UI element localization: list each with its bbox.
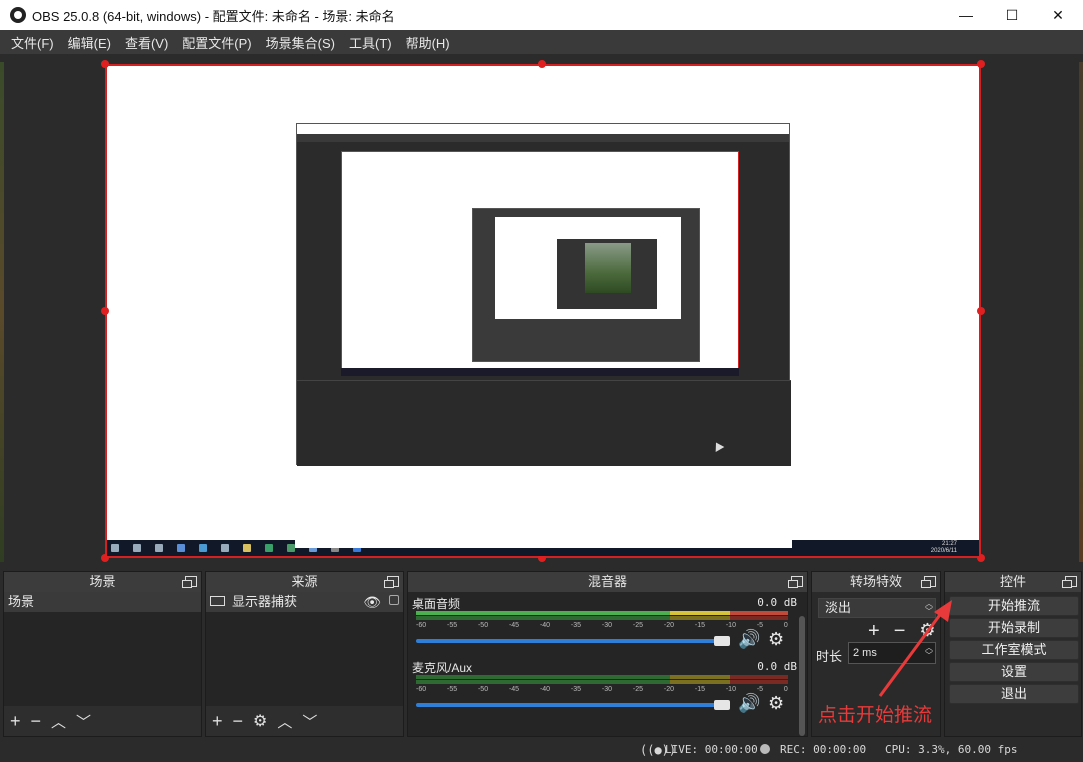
volume-meter	[416, 611, 788, 615]
resize-handle-r[interactable]	[977, 307, 985, 315]
menu-file[interactable]: 文件(F)	[4, 33, 61, 52]
menu-tools[interactable]: 工具(T)	[342, 33, 399, 52]
security-icon	[177, 544, 185, 552]
speaker-icon[interactable]: 🔊	[738, 693, 760, 714]
move-down-icon[interactable]: ﹀	[302, 711, 317, 732]
remove-source-button[interactable]: −	[233, 711, 244, 732]
mail-icon	[199, 544, 207, 552]
track-name: 桌面音频	[412, 597, 461, 611]
transitions-header: 转场特效	[849, 574, 902, 589]
exit-button[interactable]: 退出	[949, 684, 1079, 704]
start-streaming-button[interactable]: 开始推流	[949, 596, 1079, 616]
annotation-text: 点击开始推流	[818, 705, 933, 726]
undock-icon[interactable]	[182, 576, 197, 588]
monitor-icon	[210, 596, 225, 606]
menu-help[interactable]: 帮助(H)	[399, 33, 457, 52]
remove-scene-button[interactable]: −	[31, 711, 42, 732]
menu-edit[interactable]: 编辑(E)	[61, 33, 118, 52]
meter-scale: -60 -55 -50 -45 -40 -35 -30 -25 -20 -15 -10 -5 0	[416, 686, 788, 693]
undock-icon[interactable]	[921, 576, 936, 588]
sources-dock: 来源 显示器捕获 👁 + − ⚙ ︿ ﹀	[205, 571, 404, 737]
taskview-icon	[155, 544, 163, 552]
mixer-track-desktop: 桌面音频 0.0 dB -60 -55 -50 -45 -40 -35 -30 -25 -20-…	[408, 594, 807, 658]
undock-icon[interactable]	[788, 576, 803, 588]
track-db: 0.0 dB	[757, 596, 797, 609]
recursive-capture-image	[296, 123, 791, 466]
browser-icon	[287, 544, 295, 552]
search-icon	[133, 544, 141, 552]
annotation-arrow-icon	[878, 600, 952, 697]
controls-dock: 控件 开始推流 开始录制 工作室模式 设置 退出	[944, 571, 1082, 737]
maximize-button[interactable]: ☐	[989, 0, 1035, 30]
track-name: 麦克风/Aux	[412, 661, 473, 675]
wallpaper-edge-left	[0, 62, 4, 562]
status-bar: ((●)) LIVE: 00:00:00 REC: 00:00:00 CPU: …	[0, 738, 1083, 762]
mixer-scrollbar[interactable]	[799, 616, 805, 736]
volume-slider-knob[interactable]	[714, 636, 730, 646]
lock-icon[interactable]	[389, 595, 399, 605]
source-item[interactable]: 显示器捕获 👁	[206, 592, 403, 612]
obs-logo-icon	[10, 7, 26, 23]
move-up-icon[interactable]: ︿	[277, 711, 292, 732]
explorer-icon	[243, 544, 251, 552]
track-db: 0.0 dB	[757, 660, 797, 673]
close-button[interactable]: ✕	[1035, 0, 1081, 30]
speaker-icon[interactable]: 🔊	[738, 629, 760, 650]
volume-slider[interactable]	[416, 639, 728, 643]
eye-icon[interactable]: 👁	[363, 592, 381, 612]
rec-timer: REC: 00:00:00	[780, 743, 867, 756]
volume-meter	[416, 680, 788, 684]
menu-scene-collection[interactable]: 场景集合(S)	[259, 33, 342, 52]
volume-meter	[416, 616, 788, 620]
cpu-status: CPU: 3.3%, 60.00 fps	[885, 743, 1018, 756]
mixer-header: 混音器	[587, 574, 627, 589]
undock-icon[interactable]	[1062, 576, 1077, 588]
preview-white-strip	[295, 540, 792, 548]
start-icon	[111, 544, 119, 552]
settings-icon	[221, 544, 229, 552]
taskbar-clock: 21:27 2020/6/11	[930, 541, 957, 554]
wallpaper-edge-right	[1079, 62, 1083, 562]
add-scene-button[interactable]: +	[10, 711, 21, 732]
live-timer: LIVE: 00:00:00	[665, 743, 758, 756]
mixer-track-mic: 麦克风/Aux 0.0 dB -60 -55 -50 -45 -40 -35 -30 -25-…	[408, 658, 807, 722]
undock-icon[interactable]	[384, 576, 399, 588]
title-bar: OBS 25.0.8 (64-bit, windows) - 配置文件: 未命名…	[0, 0, 1083, 30]
menu-view[interactable]: 查看(V)	[118, 33, 175, 52]
resize-handle-tl[interactable]	[101, 60, 109, 68]
add-source-button[interactable]: +	[212, 711, 223, 732]
volume-slider[interactable]	[416, 703, 728, 707]
duration-label: 时长	[816, 649, 843, 664]
edge-icon	[265, 544, 273, 552]
source-properties-gear-icon[interactable]: ⚙	[253, 711, 267, 731]
volume-slider-knob[interactable]	[714, 700, 730, 710]
resize-handle-l[interactable]	[101, 307, 109, 315]
sources-header: 来源	[291, 574, 318, 589]
gear-icon[interactable]: ⚙	[768, 629, 784, 650]
resize-handle-t[interactable]	[538, 60, 546, 68]
scene-item[interactable]: 场景	[4, 592, 201, 612]
volume-meter	[416, 675, 788, 679]
move-up-icon[interactable]: ︿	[51, 711, 66, 732]
meter-scale: -60 -55 -50 -45 -40 -35 -30 -25 -20 -15 -10 -5 0	[416, 622, 788, 629]
controls-header: 控件	[999, 574, 1026, 589]
menu-bar: 文件(F) 编辑(E) 查看(V) 配置文件(P) 场景集合(S) 工具(T) …	[0, 30, 1083, 54]
minimize-button[interactable]: —	[943, 0, 989, 30]
move-down-icon[interactable]: ﹀	[76, 711, 91, 732]
rec-icon	[760, 744, 770, 754]
scenes-header: 场景	[89, 574, 116, 589]
settings-button[interactable]: 设置	[949, 662, 1079, 682]
scenes-dock: 场景 场景 + − ︿ ﹀	[3, 571, 202, 737]
window-title: OBS 25.0.8 (64-bit, windows) - 配置文件: 未命名…	[32, 8, 395, 24]
menu-profile[interactable]: 配置文件(P)	[175, 33, 258, 52]
mixer-dock: 混音器 桌面音频 0.0 dB -60 -55 -50 -45 -40 -35 -30 -25…	[407, 571, 808, 737]
gear-icon[interactable]: ⚙	[768, 693, 784, 714]
studio-mode-button[interactable]: 工作室模式	[949, 640, 1079, 660]
start-recording-button[interactable]: 开始录制	[949, 618, 1079, 638]
resize-handle-tr[interactable]	[977, 60, 985, 68]
